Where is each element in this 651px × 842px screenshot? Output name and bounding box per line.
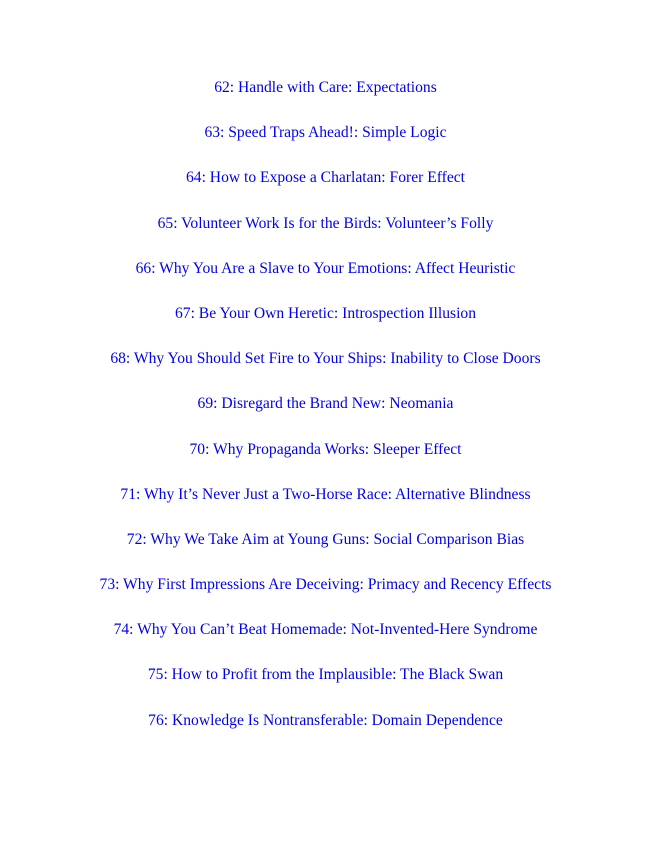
- toc-link-73[interactable]: 73: Why First Impressions Are Deceiving:…: [100, 576, 552, 593]
- toc-link-75[interactable]: 75: How to Profit from the Implausible: …: [148, 666, 503, 683]
- toc-item-66: 66: Why You Are a Slave to Your Emotions…: [0, 258, 651, 303]
- toc-link-67[interactable]: 67: Be Your Own Heretic: Introspection I…: [175, 305, 476, 322]
- toc-link-74[interactable]: 74: Why You Can’t Beat Homemade: Not-Inv…: [114, 621, 538, 638]
- table-of-contents: 62: Handle with Care: Expectations 63: S…: [0, 77, 651, 755]
- toc-link-64[interactable]: 64: How to Expose a Charlatan: Forer Eff…: [186, 169, 465, 186]
- toc-item-63: 63: Speed Traps Ahead!: Simple Logic: [0, 122, 651, 167]
- toc-item-62: 62: Handle with Care: Expectations: [0, 77, 651, 122]
- toc-item-64: 64: How to Expose a Charlatan: Forer Eff…: [0, 167, 651, 212]
- toc-item-67: 67: Be Your Own Heretic: Introspection I…: [0, 303, 651, 348]
- toc-item-72: 72: Why We Take Aim at Young Guns: Socia…: [0, 529, 651, 574]
- toc-link-68[interactable]: 68: Why You Should Set Fire to Your Ship…: [110, 350, 540, 367]
- toc-item-68: 68: Why You Should Set Fire to Your Ship…: [0, 348, 651, 393]
- toc-item-74: 74: Why You Can’t Beat Homemade: Not-Inv…: [0, 619, 651, 664]
- toc-link-62[interactable]: 62: Handle with Care: Expectations: [214, 79, 437, 96]
- toc-item-65: 65: Volunteer Work Is for the Birds: Vol…: [0, 213, 651, 258]
- toc-item-69: 69: Disregard the Brand New: Neomania: [0, 393, 651, 438]
- toc-link-71[interactable]: 71: Why It’s Never Just a Two-Horse Race…: [120, 486, 530, 503]
- toc-link-72[interactable]: 72: Why We Take Aim at Young Guns: Socia…: [127, 531, 524, 548]
- toc-link-66[interactable]: 66: Why You Are a Slave to Your Emotions…: [136, 260, 516, 277]
- toc-link-69[interactable]: 69: Disregard the Brand New: Neomania: [198, 395, 454, 412]
- toc-link-70[interactable]: 70: Why Propaganda Works: Sleeper Effect: [190, 441, 462, 458]
- toc-item-71: 71: Why It’s Never Just a Two-Horse Race…: [0, 484, 651, 529]
- toc-item-75: 75: How to Profit from the Implausible: …: [0, 664, 651, 709]
- toc-item-73: 73: Why First Impressions Are Deceiving:…: [0, 574, 651, 619]
- toc-link-65[interactable]: 65: Volunteer Work Is for the Birds: Vol…: [158, 215, 494, 232]
- toc-link-76[interactable]: 76: Knowledge Is Nontransferable: Domain…: [148, 712, 503, 729]
- toc-link-63[interactable]: 63: Speed Traps Ahead!: Simple Logic: [204, 124, 446, 141]
- toc-item-76: 76: Knowledge Is Nontransferable: Domain…: [0, 710, 651, 755]
- toc-item-70: 70: Why Propaganda Works: Sleeper Effect: [0, 439, 651, 484]
